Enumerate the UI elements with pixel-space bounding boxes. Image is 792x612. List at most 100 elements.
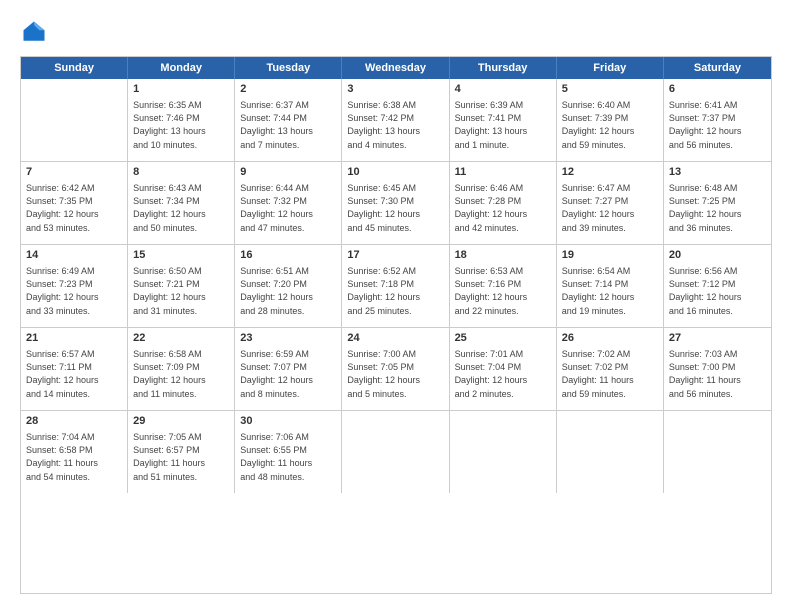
day-info: Sunrise: 6:45 AM Sunset: 7:30 PM Dayligh… bbox=[347, 182, 443, 234]
calendar-header: SundayMondayTuesdayWednesdayThursdayFrid… bbox=[21, 57, 771, 79]
weekday-header-wednesday: Wednesday bbox=[342, 57, 449, 79]
day-number: 23 bbox=[240, 331, 336, 346]
calendar-row-0: 1Sunrise: 6:35 AM Sunset: 7:46 PM Daylig… bbox=[21, 79, 771, 162]
weekday-header-thursday: Thursday bbox=[450, 57, 557, 79]
weekday-header-tuesday: Tuesday bbox=[235, 57, 342, 79]
day-cell-23: 23 Sunrise: 6:59 AM Sunset: 7:07 PM Dayli… bbox=[235, 328, 342, 410]
day-number: 6 bbox=[669, 82, 766, 97]
calendar-row-3: 21 Sunrise: 6:57 AM Sunset: 7:11 PM Dayli… bbox=[21, 328, 771, 411]
day-cell-6: 6 Sunrise: 6:41 AM Sunset: 7:37 PM Daylig… bbox=[664, 79, 771, 161]
day-cell-9: 9 Sunrise: 6:44 AM Sunset: 7:32 PM Daylig… bbox=[235, 162, 342, 244]
day-info: Sunrise: 6:48 AM Sunset: 7:25 PM Dayligh… bbox=[669, 182, 766, 234]
day-cell-10: 10 Sunrise: 6:45 AM Sunset: 7:30 PM Dayli… bbox=[342, 162, 449, 244]
day-cell-26: 26Sunrise: 7:02 AM Sunset: 7:02 PM Dayli… bbox=[557, 328, 664, 410]
day-cell-15: 15 Sunrise: 6:50 AM Sunset: 7:21 PM Dayli… bbox=[128, 245, 235, 327]
day-number: 12 bbox=[562, 165, 658, 180]
empty-cell-4-4 bbox=[450, 411, 557, 493]
day-number: 5 bbox=[562, 82, 658, 97]
day-info: Sunrise: 6:57 AM Sunset: 7:11 PM Dayligh… bbox=[26, 348, 122, 400]
day-number: 14 bbox=[26, 248, 122, 263]
day-number: 9 bbox=[240, 165, 336, 180]
day-cell-29: 29 Sunrise: 7:05 AM Sunset: 6:57 PM Dayli… bbox=[128, 411, 235, 493]
day-number: 16 bbox=[240, 248, 336, 263]
day-info: Sunrise: 6:41 AM Sunset: 7:37 PM Dayligh… bbox=[669, 99, 766, 151]
day-info: Sunrise: 6:51 AM Sunset: 7:20 PM Dayligh… bbox=[240, 265, 336, 317]
calendar-row-4: 28Sunrise: 7:04 AM Sunset: 6:58 PM Dayli… bbox=[21, 411, 771, 493]
day-info: Sunrise: 7:04 AM Sunset: 6:58 PM Dayligh… bbox=[26, 431, 122, 483]
calendar: SundayMondayTuesdayWednesdayThursdayFrid… bbox=[20, 56, 772, 594]
day-info: Sunrise: 6:35 AM Sunset: 7:46 PM Dayligh… bbox=[133, 99, 229, 151]
empty-cell-4-3 bbox=[342, 411, 449, 493]
empty-cell-0-0 bbox=[21, 79, 128, 161]
calendar-body: 1Sunrise: 6:35 AM Sunset: 7:46 PM Daylig… bbox=[21, 79, 771, 493]
day-cell-17: 17 Sunrise: 6:52 AM Sunset: 7:18 PM Dayli… bbox=[342, 245, 449, 327]
day-number: 27 bbox=[669, 331, 766, 346]
day-info: Sunrise: 6:49 AM Sunset: 7:23 PM Dayligh… bbox=[26, 265, 122, 317]
day-cell-16: 16 Sunrise: 6:51 AM Sunset: 7:20 PM Dayli… bbox=[235, 245, 342, 327]
header bbox=[20, 18, 772, 46]
day-number: 8 bbox=[133, 165, 229, 180]
day-number: 22 bbox=[133, 331, 229, 346]
weekday-header-saturday: Saturday bbox=[664, 57, 771, 79]
day-cell-24: 24 Sunrise: 7:00 AM Sunset: 7:05 PM Dayli… bbox=[342, 328, 449, 410]
day-cell-13: 13 Sunrise: 6:48 AM Sunset: 7:25 PM Dayli… bbox=[664, 162, 771, 244]
day-info: Sunrise: 6:59 AM Sunset: 7:07 PM Dayligh… bbox=[240, 348, 336, 400]
day-cell-2: 2 Sunrise: 6:37 AM Sunset: 7:44 PM Daylig… bbox=[235, 79, 342, 161]
day-cell-22: 22 Sunrise: 6:58 AM Sunset: 7:09 PM Dayli… bbox=[128, 328, 235, 410]
day-info: Sunrise: 6:47 AM Sunset: 7:27 PM Dayligh… bbox=[562, 182, 658, 234]
page: SundayMondayTuesdayWednesdayThursdayFrid… bbox=[0, 0, 792, 612]
day-info: Sunrise: 6:40 AM Sunset: 7:39 PM Dayligh… bbox=[562, 99, 658, 151]
day-info: Sunrise: 6:37 AM Sunset: 7:44 PM Dayligh… bbox=[240, 99, 336, 151]
day-number: 19 bbox=[562, 248, 658, 263]
weekday-header-monday: Monday bbox=[128, 57, 235, 79]
day-number: 7 bbox=[26, 165, 122, 180]
day-number: 18 bbox=[455, 248, 551, 263]
day-cell-1: 1Sunrise: 6:35 AM Sunset: 7:46 PM Daylig… bbox=[128, 79, 235, 161]
day-info: Sunrise: 6:46 AM Sunset: 7:28 PM Dayligh… bbox=[455, 182, 551, 234]
weekday-header-friday: Friday bbox=[557, 57, 664, 79]
day-cell-7: 7Sunrise: 6:42 AM Sunset: 7:35 PM Daylig… bbox=[21, 162, 128, 244]
day-number: 10 bbox=[347, 165, 443, 180]
day-info: Sunrise: 6:56 AM Sunset: 7:12 PM Dayligh… bbox=[669, 265, 766, 317]
day-info: Sunrise: 6:58 AM Sunset: 7:09 PM Dayligh… bbox=[133, 348, 229, 400]
day-number: 21 bbox=[26, 331, 122, 346]
day-cell-25: 25Sunrise: 7:01 AM Sunset: 7:04 PM Dayli… bbox=[450, 328, 557, 410]
day-number: 20 bbox=[669, 248, 766, 263]
day-cell-30: 30 Sunrise: 7:06 AM Sunset: 6:55 PM Dayli… bbox=[235, 411, 342, 493]
day-info: Sunrise: 6:52 AM Sunset: 7:18 PM Dayligh… bbox=[347, 265, 443, 317]
day-number: 15 bbox=[133, 248, 229, 263]
day-number: 29 bbox=[133, 414, 229, 429]
day-number: 24 bbox=[347, 331, 443, 346]
weekday-header-sunday: Sunday bbox=[21, 57, 128, 79]
day-number: 11 bbox=[455, 165, 551, 180]
empty-cell-4-5 bbox=[557, 411, 664, 493]
day-info: Sunrise: 6:50 AM Sunset: 7:21 PM Dayligh… bbox=[133, 265, 229, 317]
day-info: Sunrise: 6:44 AM Sunset: 7:32 PM Dayligh… bbox=[240, 182, 336, 234]
day-cell-12: 12 Sunrise: 6:47 AM Sunset: 7:27 PM Dayli… bbox=[557, 162, 664, 244]
day-info: Sunrise: 7:05 AM Sunset: 6:57 PM Dayligh… bbox=[133, 431, 229, 483]
calendar-row-2: 14 Sunrise: 6:49 AM Sunset: 7:23 PM Dayli… bbox=[21, 245, 771, 328]
day-info: Sunrise: 6:38 AM Sunset: 7:42 PM Dayligh… bbox=[347, 99, 443, 151]
day-info: Sunrise: 6:43 AM Sunset: 7:34 PM Dayligh… bbox=[133, 182, 229, 234]
logo-icon bbox=[20, 18, 48, 46]
day-cell-21: 21 Sunrise: 6:57 AM Sunset: 7:11 PM Dayli… bbox=[21, 328, 128, 410]
day-cell-8: 8 Sunrise: 6:43 AM Sunset: 7:34 PM Daylig… bbox=[128, 162, 235, 244]
day-info: Sunrise: 6:54 AM Sunset: 7:14 PM Dayligh… bbox=[562, 265, 658, 317]
day-number: 17 bbox=[347, 248, 443, 263]
day-cell-5: 5 Sunrise: 6:40 AM Sunset: 7:39 PM Daylig… bbox=[557, 79, 664, 161]
calendar-row-1: 7Sunrise: 6:42 AM Sunset: 7:35 PM Daylig… bbox=[21, 162, 771, 245]
day-number: 26 bbox=[562, 331, 658, 346]
day-info: Sunrise: 6:53 AM Sunset: 7:16 PM Dayligh… bbox=[455, 265, 551, 317]
day-number: 2 bbox=[240, 82, 336, 97]
day-info: Sunrise: 7:00 AM Sunset: 7:05 PM Dayligh… bbox=[347, 348, 443, 400]
day-number: 30 bbox=[240, 414, 336, 429]
day-cell-3: 3Sunrise: 6:38 AM Sunset: 7:42 PM Daylig… bbox=[342, 79, 449, 161]
day-info: Sunrise: 7:06 AM Sunset: 6:55 PM Dayligh… bbox=[240, 431, 336, 483]
day-cell-20: 20 Sunrise: 6:56 AM Sunset: 7:12 PM Dayli… bbox=[664, 245, 771, 327]
day-info: Sunrise: 6:39 AM Sunset: 7:41 PM Dayligh… bbox=[455, 99, 551, 151]
day-number: 13 bbox=[669, 165, 766, 180]
logo bbox=[20, 18, 52, 46]
day-info: Sunrise: 7:01 AM Sunset: 7:04 PM Dayligh… bbox=[455, 348, 551, 400]
day-cell-19: 19 Sunrise: 6:54 AM Sunset: 7:14 PM Dayli… bbox=[557, 245, 664, 327]
day-cell-11: 11 Sunrise: 6:46 AM Sunset: 7:28 PM Dayli… bbox=[450, 162, 557, 244]
